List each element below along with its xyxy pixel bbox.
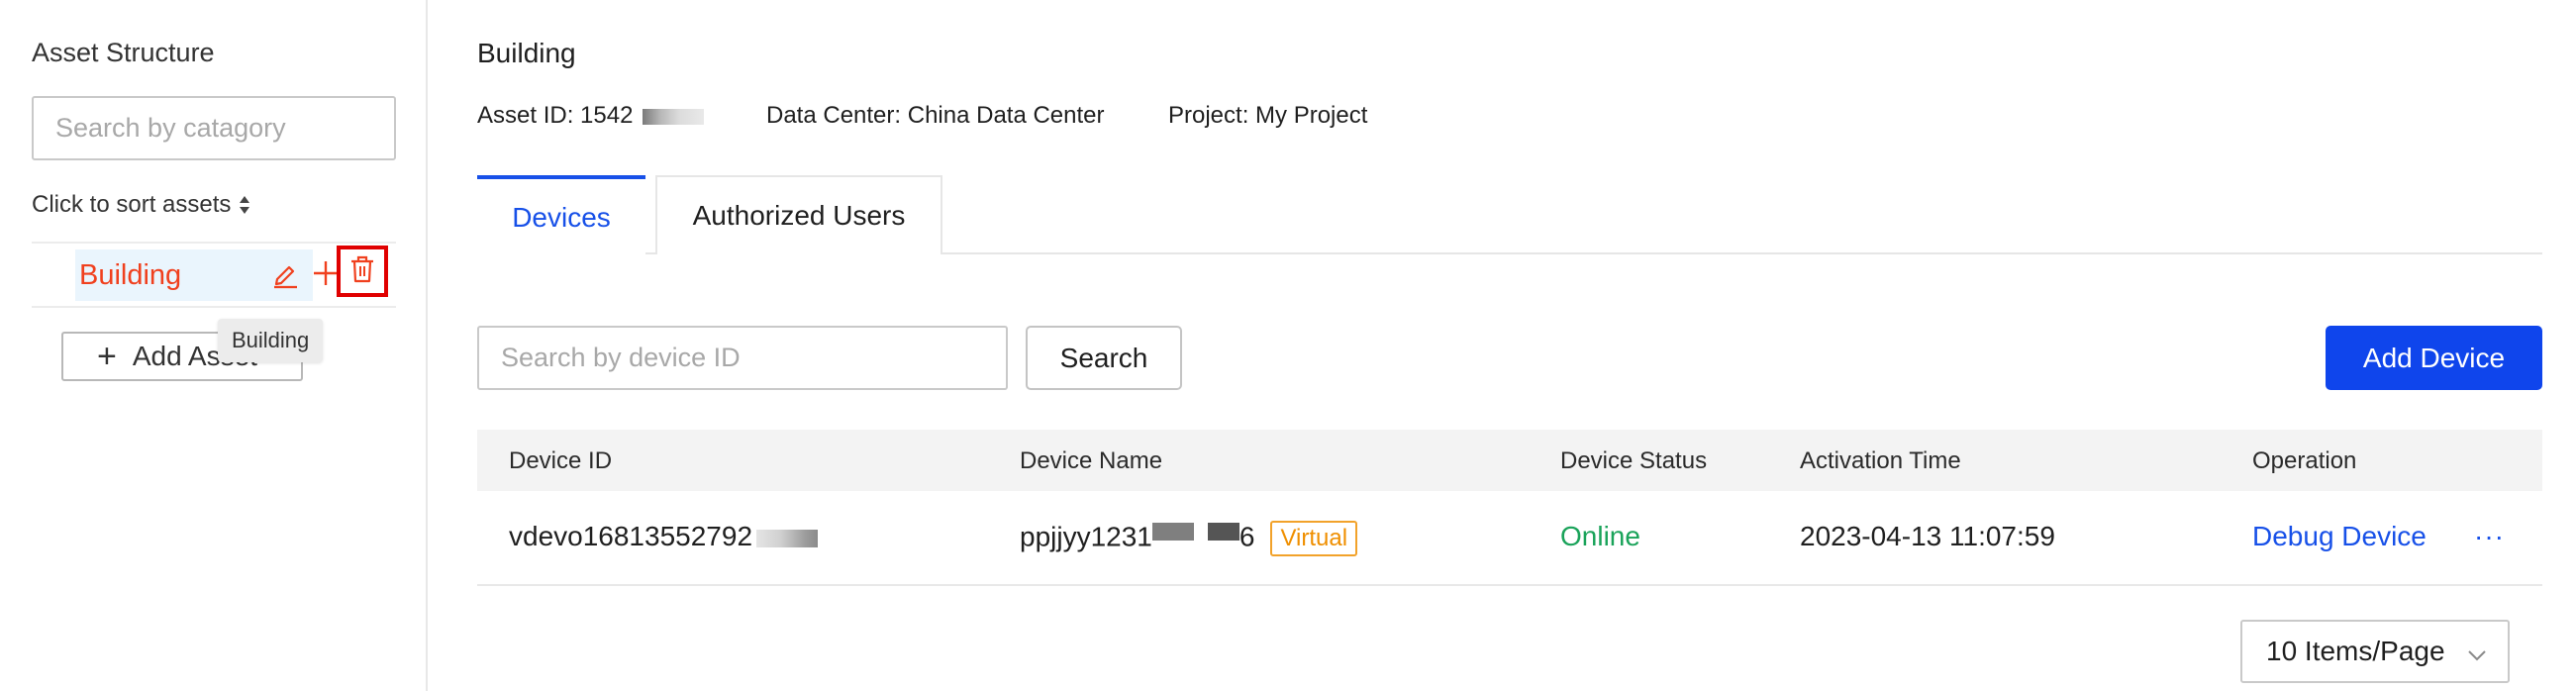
- redacted-block: [643, 108, 705, 125]
- add-device-button[interactable]: Add Device: [2326, 326, 2542, 390]
- tree-divider: [32, 306, 396, 308]
- sort-assets-toggle[interactable]: Click to sort assets: [32, 191, 250, 219]
- redacted-block: [756, 529, 819, 547]
- page-size-select[interactable]: 10 Items/Page: [2240, 620, 2510, 683]
- more-icon[interactable]: ···: [2474, 521, 2505, 552]
- virtual-tag: Virtual: [1270, 521, 1358, 556]
- redacted-block: [1151, 523, 1194, 541]
- delete-button-highlighted[interactable]: [337, 246, 388, 297]
- page-title: Building: [477, 38, 576, 68]
- device-name-start: ppjjyy1231: [1020, 521, 1152, 552]
- device-name-end: 6: [1238, 521, 1255, 552]
- project-meta: Project: My Project: [1168, 102, 1368, 129]
- trash-icon: [348, 254, 376, 289]
- table-row: vdevo16813552792 ppjjyy1231 6 Virtual Onli…: [477, 491, 2542, 586]
- sort-assets-label: Click to sort assets: [32, 191, 232, 218]
- page-size-value: 10 Items/Page: [2266, 636, 2445, 666]
- cell-device-name: ppjjyy1231 6 Virtual: [1020, 521, 1358, 556]
- tab-devices[interactable]: Devices: [477, 175, 645, 255]
- column-header-device-status: Device Status: [1560, 447, 1708, 474]
- column-header-device-id: Device ID: [509, 447, 613, 474]
- cell-device-id: vdevo16813552792: [509, 521, 819, 552]
- main-content: Building Asset ID: 1542 Data Center: Chi…: [430, 0, 2576, 691]
- tab-authorized-users[interactable]: Authorized Users: [655, 175, 942, 254]
- category-search-input[interactable]: [32, 96, 396, 160]
- asset-id-meta: Asset ID: 1542: [477, 102, 705, 130]
- tree-node-label[interactable]: Building: [79, 259, 181, 292]
- debug-device-link[interactable]: Debug Device: [2252, 521, 2427, 552]
- column-header-device-name: Device Name: [1020, 447, 1163, 474]
- redacted-block: [1207, 523, 1239, 541]
- asset-id-text: Asset ID: 1542: [477, 102, 634, 129]
- tooltip: Building: [218, 319, 324, 362]
- chevron-down-icon: [2466, 642, 2488, 673]
- device-status-badge: Online: [1560, 521, 1640, 551]
- plus-icon: +: [97, 338, 117, 375]
- sort-icon: [239, 195, 250, 215]
- device-id-text: vdevo16813552792: [509, 521, 753, 551]
- sidebar-title: Asset Structure: [32, 38, 215, 67]
- column-header-activation-time: Activation Time: [1800, 447, 1961, 474]
- asset-sidebar: Asset Structure Click to sort assets Bui…: [0, 0, 428, 691]
- cell-activation-time: 2023-04-13 11:07:59: [1800, 521, 2055, 551]
- tree-node-building[interactable]: Building: [32, 244, 396, 306]
- device-search-input[interactable]: [477, 326, 1008, 390]
- column-header-operation: Operation: [2252, 447, 2357, 474]
- data-center-meta: Data Center: China Data Center: [766, 102, 1105, 129]
- table-header: Device ID Device Name Device Status Acti…: [477, 430, 2542, 491]
- search-button[interactable]: Search: [1026, 326, 1182, 390]
- edit-icon[interactable]: [269, 257, 301, 289]
